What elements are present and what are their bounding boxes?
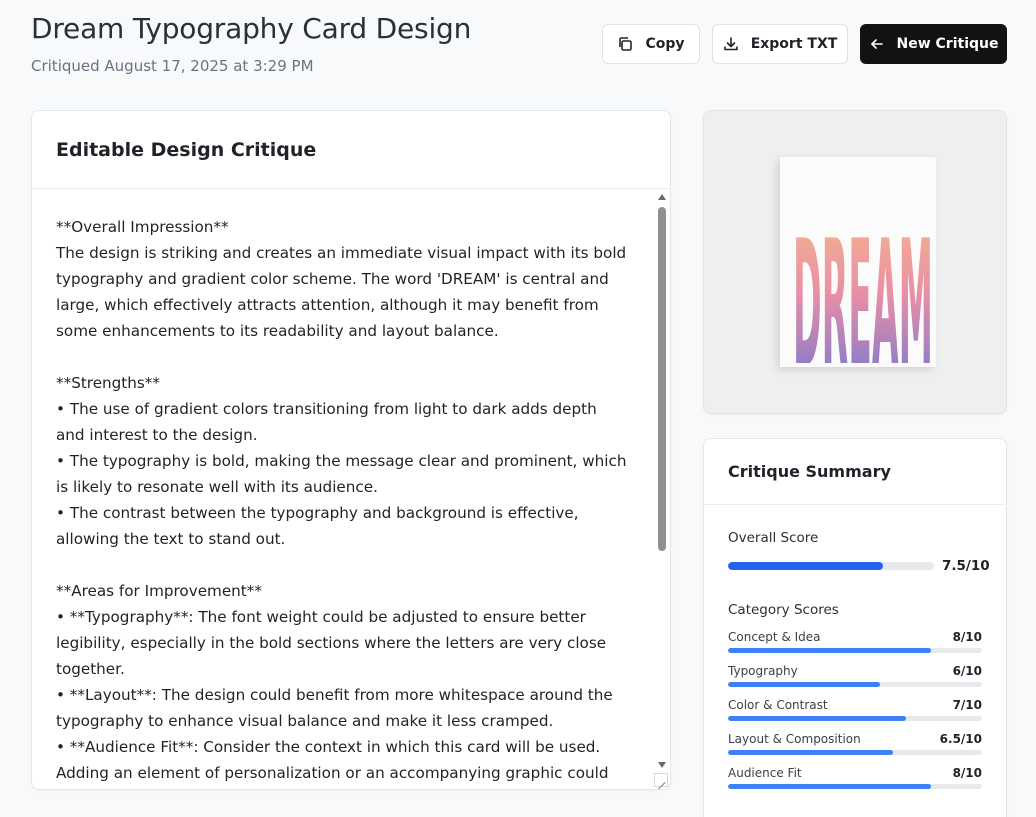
new-critique-label: New Critique bbox=[896, 36, 999, 52]
category-score-bar bbox=[728, 750, 982, 755]
arrow-left-icon bbox=[870, 39, 883, 49]
category-score-row: Typography 6/10 bbox=[728, 664, 982, 692]
category-name: Typography bbox=[728, 664, 798, 678]
export-txt-label: Export TXT bbox=[750, 36, 838, 52]
editable-critique-card: Editable Design Critique **Overall Impre… bbox=[31, 110, 671, 790]
category-score-row: Audience Fit 8/10 bbox=[728, 766, 982, 794]
overall-score-value: 7.5/10 bbox=[942, 558, 990, 574]
category-score-bar bbox=[728, 682, 982, 687]
download-icon bbox=[723, 37, 738, 51]
category-score-bar bbox=[728, 648, 982, 653]
page-title: Dream Typography Card Design bbox=[31, 12, 472, 45]
category-name: Color & Contrast bbox=[728, 698, 828, 712]
category-score-value: 6.5/10 bbox=[939, 732, 982, 746]
overall-score-bar-fill bbox=[728, 562, 883, 570]
category-score-bar bbox=[728, 784, 982, 789]
category-score-bar-fill bbox=[728, 648, 932, 653]
category-score-row: Layout & Composition 6.5/10 bbox=[728, 732, 982, 760]
critique-timestamp: Critiqued August 17, 2025 at 3:29 PM bbox=[31, 57, 314, 75]
category-score-row: Concept & Idea 8/10 bbox=[728, 630, 982, 658]
category-scores-label: Category Scores bbox=[728, 602, 839, 618]
editor-scrollbar[interactable] bbox=[656, 191, 668, 771]
dream-word: DREAM bbox=[793, 202, 933, 363]
category-score-bar-fill bbox=[728, 716, 906, 721]
copy-button-label: Copy bbox=[645, 36, 685, 52]
overall-score-bar bbox=[728, 562, 934, 570]
copy-button[interactable]: Copy bbox=[602, 24, 700, 64]
summary-card-title: Critique Summary bbox=[728, 462, 891, 481]
category-score-bar-fill bbox=[728, 750, 894, 755]
editor-card-header: Editable Design Critique bbox=[32, 111, 670, 189]
scroll-down-arrow-icon[interactable] bbox=[658, 762, 666, 768]
scroll-up-arrow-icon[interactable] bbox=[658, 194, 666, 200]
category-name: Audience Fit bbox=[728, 766, 802, 780]
critique-text[interactable]: **Overall Impression** The design is str… bbox=[56, 214, 630, 789]
scrollbar-thumb[interactable] bbox=[658, 207, 666, 551]
new-critique-button[interactable]: New Critique bbox=[860, 24, 1007, 64]
category-score-value: 6/10 bbox=[952, 664, 982, 678]
export-txt-button[interactable]: Export TXT bbox=[712, 24, 848, 64]
category-score-bar-fill bbox=[728, 784, 932, 789]
category-score-bar bbox=[728, 716, 982, 721]
textarea-resize-handle-icon[interactable] bbox=[654, 773, 668, 787]
dream-typography-artwork: DREAM bbox=[793, 202, 933, 363]
category-name: Concept & Idea bbox=[728, 630, 821, 644]
category-score-value: 7/10 bbox=[952, 698, 982, 712]
summary-card-header: Critique Summary bbox=[704, 439, 1006, 505]
critique-textarea[interactable]: **Overall Impression** The design is str… bbox=[32, 190, 670, 789]
category-name: Layout & Composition bbox=[728, 732, 861, 746]
design-preview-image: DREAM bbox=[703, 110, 1007, 414]
overall-score-label: Overall Score bbox=[728, 530, 819, 546]
critique-summary-card: Critique Summary Overall Score 7.5/10 Ca… bbox=[703, 438, 1007, 817]
copy-icon bbox=[619, 37, 633, 51]
editor-card-title: Editable Design Critique bbox=[56, 138, 317, 161]
category-score-value: 8/10 bbox=[952, 630, 982, 644]
category-score-bar-fill bbox=[728, 682, 881, 687]
category-score-row: Color & Contrast 7/10 bbox=[728, 698, 982, 726]
category-score-value: 8/10 bbox=[952, 766, 982, 780]
